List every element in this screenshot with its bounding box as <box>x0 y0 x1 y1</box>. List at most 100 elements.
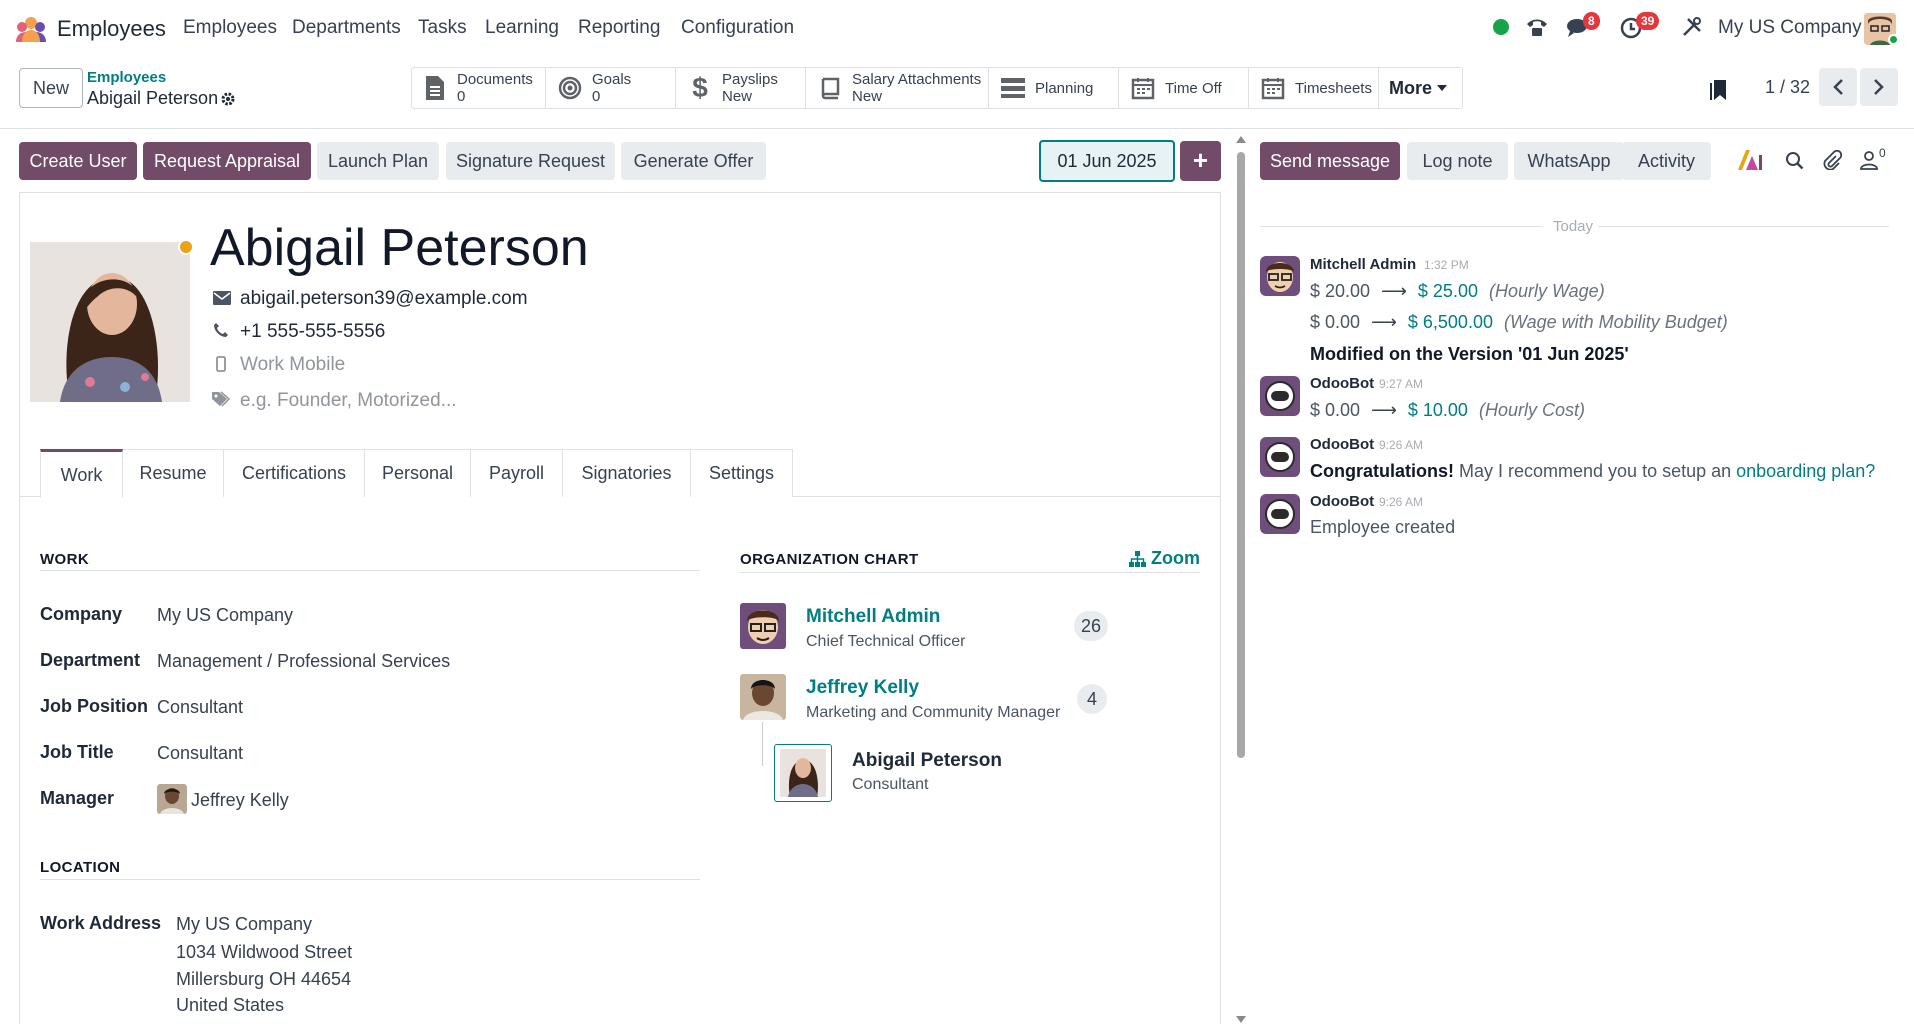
org-count-jeffrey[interactable]: 4 <box>1077 684 1107 714</box>
phone-field[interactable]: +1 555-555-5556 <box>240 321 385 343</box>
smart-value: 0 <box>457 88 466 105</box>
job-title-field[interactable]: Consultant <box>157 743 243 764</box>
org-name-jeffrey[interactable]: Jeffrey Kelly <box>806 677 919 699</box>
phone-icon[interactable] <box>1525 16 1549 38</box>
tab-payroll[interactable]: Payroll <box>471 449 563 497</box>
org-avatar-jeffrey[interactable] <box>740 674 786 720</box>
pager-value[interactable]: 1 / 32 <box>1765 77 1810 98</box>
org-role-jeffrey: Marketing and Community Manager <box>806 704 1061 721</box>
chat-note: Modified on the Version '01 Jun 2025' <box>1310 344 1629 364</box>
smart-button-salary-attachments[interactable]: Salary Attachments New <box>805 68 988 108</box>
old-value: $ 0.00 <box>1310 400 1361 420</box>
generate-offer-button[interactable]: Generate Offer <box>621 142 766 180</box>
arrow-right-icon: ⟶ <box>1371 312 1397 332</box>
chat-author[interactable]: OdooBot <box>1310 436 1374 453</box>
breadcrumb-parent[interactable]: Employees <box>87 69 166 86</box>
new-button[interactable]: New <box>19 68 83 108</box>
nav-employees[interactable]: Employees <box>183 17 277 39</box>
smart-button-payslips[interactable]: $ Payslips New <box>675 68 805 108</box>
org-avatar-mitchell[interactable] <box>740 603 786 649</box>
whatsapp-button[interactable]: WhatsApp <box>1514 142 1624 180</box>
chat-avatar-odoobot[interactable] <box>1260 376 1300 416</box>
department-field[interactable]: Management / Professional Services <box>157 651 450 672</box>
field-name: (Wage with Mobility Budget) <box>1503 312 1728 332</box>
tab-signatories[interactable]: Signatories <box>563 449 691 497</box>
org-chart-zoom-button[interactable]: Zoom <box>1129 548 1200 569</box>
scroll-down-arrow[interactable] <box>1236 1016 1246 1023</box>
chat-message-body: Congratulations! May I recommend you to … <box>1310 461 1875 482</box>
version-date-selector[interactable]: 01 Jun 2025 <box>1039 140 1175 182</box>
smart-button-goals[interactable]: Goals 0 <box>545 68 675 108</box>
smart-button-documents[interactable]: Documents 0 <box>411 68 545 108</box>
send-message-button[interactable]: Send message <box>1260 142 1400 180</box>
create-user-button[interactable]: Create User <box>19 142 137 180</box>
nav-configuration[interactable]: Configuration <box>681 17 794 39</box>
paperclip-icon[interactable] <box>1822 150 1842 170</box>
tab-work[interactable]: Work <box>40 449 123 498</box>
more-button[interactable]: More <box>1378 68 1463 108</box>
org-name-abigail: Abigail Peterson <box>852 750 1002 771</box>
launch-plan-button[interactable]: Launch Plan <box>317 142 439 180</box>
chat-author[interactable]: OdooBot <box>1310 493 1374 510</box>
company-switcher[interactable]: My US Company <box>1718 17 1862 39</box>
employee-name[interactable]: Abigail Peterson <box>210 218 589 278</box>
app-title[interactable]: Employees <box>57 16 166 42</box>
scroll-up-arrow[interactable] <box>1236 136 1246 143</box>
smart-button-timesheets[interactable]: Timesheets <box>1248 68 1378 108</box>
chat-author[interactable]: OdooBot <box>1310 375 1374 392</box>
org-role-abigail: Consultant <box>852 776 929 793</box>
manager-field[interactable]: Jeffrey Kelly <box>191 790 289 811</box>
signature-request-button[interactable]: Signature Request <box>446 142 615 180</box>
bookmark-icon[interactable] <box>1710 79 1728 101</box>
nav-departments[interactable]: Departments <box>292 17 401 39</box>
arrow-right-icon: ⟶ <box>1371 400 1397 420</box>
org-name-mitchell[interactable]: Mitchell Admin <box>806 606 940 628</box>
smart-value: New <box>852 88 883 105</box>
tools-icon[interactable] <box>1681 16 1703 38</box>
pager-previous-button[interactable] <box>1819 68 1857 106</box>
activity-badge: 39 <box>1636 12 1660 30</box>
chat-avatar-odoobot[interactable] <box>1260 437 1300 477</box>
org-count-mitchell[interactable]: 26 <box>1074 611 1108 641</box>
tab-settings[interactable]: Settings <box>691 449 793 497</box>
company-field[interactable]: My US Company <box>157 605 293 626</box>
today-label: Today <box>1553 218 1594 235</box>
app-logo-icon[interactable] <box>14 16 48 42</box>
tab-certifications[interactable]: Certifications <box>224 449 365 497</box>
tracking-change-hourly-cost: $ 0.00 ⟶ $ 10.00 (Hourly Cost) <box>1310 400 1585 421</box>
tab-personal[interactable]: Personal <box>365 449 471 497</box>
form-scrollbar[interactable] <box>1235 130 1247 1024</box>
smart-label: Planning <box>1035 79 1094 97</box>
old-value: $ 20.00 <box>1310 281 1371 301</box>
activity-button[interactable]: Activity <box>1622 142 1711 180</box>
search-icon[interactable] <box>1785 151 1804 170</box>
chat-time: 9:26 AM <box>1379 495 1424 509</box>
gear-icon[interactable] <box>220 91 236 107</box>
document-icon <box>421 74 449 102</box>
smart-button-time-off[interactable]: Time Off <box>1118 68 1248 108</box>
request-appraisal-button[interactable]: Request Appraisal <box>143 142 311 180</box>
chevron-right-icon <box>1874 79 1884 95</box>
followers-icon[interactable] <box>1860 150 1878 170</box>
log-note-button[interactable]: Log note <box>1407 142 1508 180</box>
job-position-field[interactable]: Consultant <box>157 697 243 718</box>
pager-next-button[interactable] <box>1860 68 1898 106</box>
tab-resume[interactable]: Resume <box>123 449 224 497</box>
scrollbar-thumb[interactable] <box>1237 152 1245 758</box>
chat-avatar-mitchell[interactable] <box>1260 256 1300 296</box>
work-address-company[interactable]: My US Company <box>176 914 312 935</box>
onboarding-plan-link[interactable]: onboarding plan? <box>1736 461 1875 481</box>
ai-icon[interactable] <box>1737 149 1763 171</box>
nav-learning[interactable]: Learning <box>485 17 559 39</box>
chat-author[interactable]: Mitchell Admin <box>1310 256 1416 273</box>
email-field[interactable]: abigail.peterson39@example.com <box>240 288 528 310</box>
employee-photo[interactable] <box>30 242 190 402</box>
smart-button-planning[interactable]: Planning <box>988 68 1118 108</box>
tags-field[interactable]: e.g. Founder, Motorized... <box>240 390 457 412</box>
nav-tasks[interactable]: Tasks <box>418 17 467 39</box>
messages-badge: 8 <box>1583 12 1600 30</box>
chat-avatar-odoobot[interactable] <box>1260 494 1300 534</box>
work-mobile-field[interactable]: Work Mobile <box>240 354 345 376</box>
add-version-button[interactable]: + <box>1180 141 1221 181</box>
nav-reporting[interactable]: Reporting <box>578 17 660 39</box>
